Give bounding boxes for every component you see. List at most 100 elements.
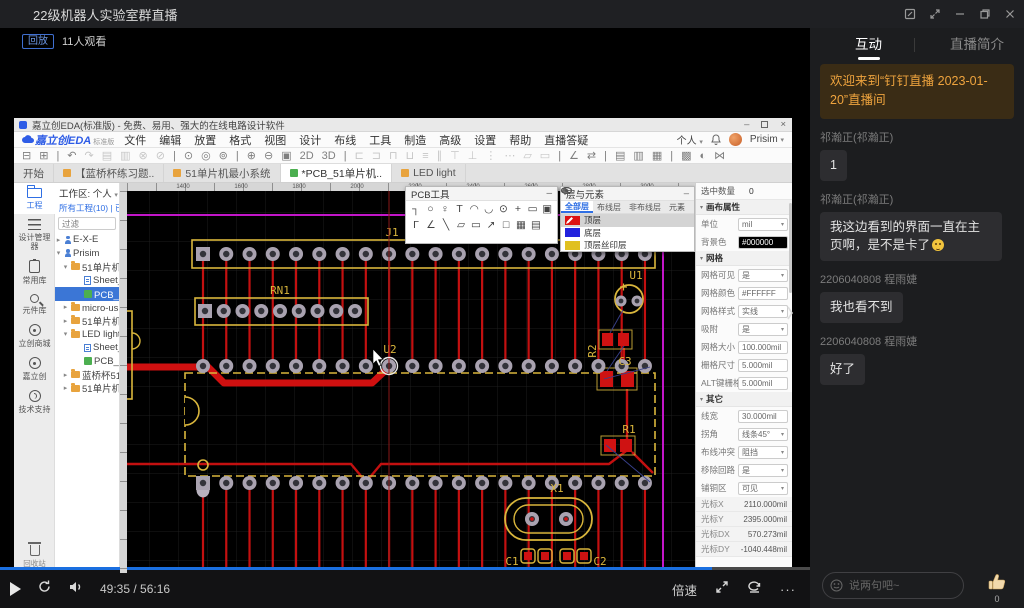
reload-icon[interactable]	[37, 579, 52, 599]
menu-item[interactable]: 视图	[264, 132, 286, 148]
redo-icon[interactable]: ↷	[85, 149, 94, 163]
layer-color-swatch[interactable]	[565, 216, 580, 225]
play-button[interactable]	[10, 582, 21, 596]
menu-item[interactable]: 编辑	[159, 132, 181, 148]
bell-icon[interactable]	[711, 134, 721, 145]
prop-value-field[interactable]: 30.000mil ▾	[738, 410, 788, 423]
chat-input[interactable]	[822, 572, 964, 599]
line-tool-icon[interactable]: ╲	[439, 218, 453, 232]
doc-tab[interactable]: 【蓝桥杯练习题..	[54, 164, 164, 182]
props-section-header[interactable]: ▾画布属性	[696, 200, 792, 215]
tree-item[interactable]: ▾ LED light	[55, 328, 119, 342]
share-icon[interactable]: ⋈	[714, 149, 725, 163]
prop-value-field[interactable]: 是 ▾	[738, 464, 788, 477]
menu-item[interactable]: 帮助	[509, 132, 531, 148]
hole-tool-icon[interactable]: □	[499, 218, 513, 232]
props-scrollbar[interactable]	[789, 203, 792, 293]
mirror-icon[interactable]: ⇄	[587, 149, 596, 163]
align-h-icon[interactable]: ⊤	[450, 149, 460, 163]
volume-icon[interactable]	[68, 580, 84, 599]
tree-item[interactable]: ▾ 51单片机最小..	[55, 260, 119, 274]
align-bottom-icon[interactable]: ⊔	[406, 149, 415, 163]
panel-minimize-icon[interactable]: –	[684, 188, 689, 199]
zoom-out-icon[interactable]: ⊖	[264, 149, 273, 163]
eda-minimize-icon[interactable]: –	[744, 119, 749, 130]
polygon-tool-icon[interactable]: ▱	[454, 218, 468, 232]
panel-right-icon[interactable]: ▦	[652, 149, 662, 163]
menu-item[interactable]: 放置	[194, 132, 216, 148]
personal-menu[interactable]: 个人 ▾	[677, 132, 703, 147]
layers-tab[interactable]: 全部层	[561, 201, 593, 213]
menu-item[interactable]: 直播答疑	[544, 132, 588, 148]
separator[interactable]: |	[604, 149, 607, 163]
open-icon[interactable]: ⊞	[39, 149, 48, 163]
doc-tab[interactable]: 51单片机最小系统	[164, 164, 280, 182]
speed-button[interactable]: 倍速	[672, 580, 697, 599]
align-top-icon[interactable]: ⊓	[389, 149, 398, 163]
zoom-select-icon[interactable]: ◎	[201, 149, 211, 163]
component-label-r2[interactable]: R2	[586, 344, 599, 357]
layer-color-swatch[interactable]	[565, 228, 580, 237]
separator[interactable]: |	[56, 149, 59, 163]
tab-live-intro[interactable]: 直播简介	[950, 33, 1004, 53]
pcb-canvas[interactable]: J1 RN1 U2 U1 R2 C3 R1 X1 C1 C2	[120, 183, 695, 573]
tree-item[interactable]: ▸ 51单片机最小..	[55, 314, 119, 328]
eda-maximize-icon[interactable]	[761, 121, 768, 128]
more-options-icon[interactable]: ···	[780, 582, 796, 597]
align-v-icon[interactable]: ⊥	[468, 149, 478, 163]
angle-tool-icon[interactable]: ∠	[424, 218, 438, 232]
track-tool-icon[interactable]: ┐	[409, 202, 423, 216]
save-icon[interactable]: ⊟	[22, 149, 31, 163]
separator[interactable]: |	[344, 149, 347, 163]
align-center-icon[interactable]: ≡	[422, 149, 428, 163]
image-tool-icon[interactable]: ▣	[540, 202, 554, 216]
maximize-icon[interactable]	[977, 6, 993, 22]
component-label-r1[interactable]: R1	[622, 423, 635, 436]
sidebar-item[interactable]: 工程	[14, 183, 55, 214]
props-section-header[interactable]: ▾网格	[696, 251, 792, 266]
separator[interactable]: |	[236, 149, 239, 163]
panel-expand-chevron[interactable]	[782, 300, 798, 326]
paste-icon[interactable]: ▥	[120, 149, 130, 163]
dimension-tool-icon[interactable]: Γ	[409, 218, 423, 232]
tab-interaction[interactable]: 互动	[855, 33, 882, 53]
doc-tab[interactable]: *PCB_51单片机..	[281, 164, 393, 182]
user-menu[interactable]: Prisim ▾	[750, 134, 784, 145]
pad-tool-icon[interactable]: ⊙	[497, 202, 511, 216]
recycle-bin-button[interactable]: 回收站	[14, 545, 55, 569]
rect-tool-icon[interactable]: ▭	[526, 202, 540, 216]
measure-tool-icon[interactable]: ↗	[484, 218, 498, 232]
shape-icon[interactable]: ▭	[540, 149, 550, 163]
like-button[interactable]: 0	[985, 572, 1009, 604]
tree-item[interactable]: ▾ Prisim	[55, 247, 119, 261]
tree-item[interactable]: ▸ E-X-E	[55, 233, 119, 247]
distribute-v-icon[interactable]: ⋮	[485, 149, 496, 163]
separator[interactable]: |	[173, 149, 176, 163]
doc-tab[interactable]: 开始	[14, 164, 54, 182]
sidebar-item[interactable]: 技术支持	[14, 385, 55, 418]
video-area[interactable]: 回放 11人观看 嘉立创EDA(标准版) - 免费、易用、强大的在线电路设计软件…	[0, 28, 810, 570]
prop-value-field[interactable]: 可见 ▾	[738, 482, 788, 495]
fullscreen-icon[interactable]	[715, 580, 729, 599]
zoom-in-icon[interactable]: ⊕	[247, 149, 256, 163]
project-filter-links[interactable]: 所有工程(10) | 已	[55, 201, 119, 216]
solid-region-tool-icon[interactable]: ▭	[469, 218, 483, 232]
sidebar-item[interactable]: 常用库	[14, 255, 55, 289]
fullscreen-icon[interactable]	[927, 6, 943, 22]
drag-tool-icon[interactable]: +	[511, 202, 525, 216]
prop-value-field[interactable]: 100.000mil ▾	[738, 341, 788, 354]
theme-icon[interactable]: ◐	[699, 149, 706, 163]
prop-value-field[interactable]: 5.000mil ▾	[738, 359, 788, 372]
search-icon[interactable]: ⊙	[184, 149, 193, 163]
delete-icon[interactable]: ⊘	[156, 149, 165, 163]
annotate-icon[interactable]	[902, 6, 918, 22]
prop-value-field[interactable]: 是 ▾	[738, 269, 788, 282]
separator[interactable]: |	[670, 149, 673, 163]
component-label-c3[interactable]: C3	[618, 355, 631, 368]
distribute-h-icon[interactable]: ⋯	[504, 149, 515, 163]
rotate-icon[interactable]: ∠	[569, 149, 579, 163]
component-label-x1[interactable]: X1	[550, 482, 563, 495]
arc2-tool-icon[interactable]: ◡	[482, 202, 496, 216]
component-label-u1[interactable]: U1	[629, 269, 642, 282]
panel-left-icon[interactable]: ▤	[615, 149, 625, 163]
